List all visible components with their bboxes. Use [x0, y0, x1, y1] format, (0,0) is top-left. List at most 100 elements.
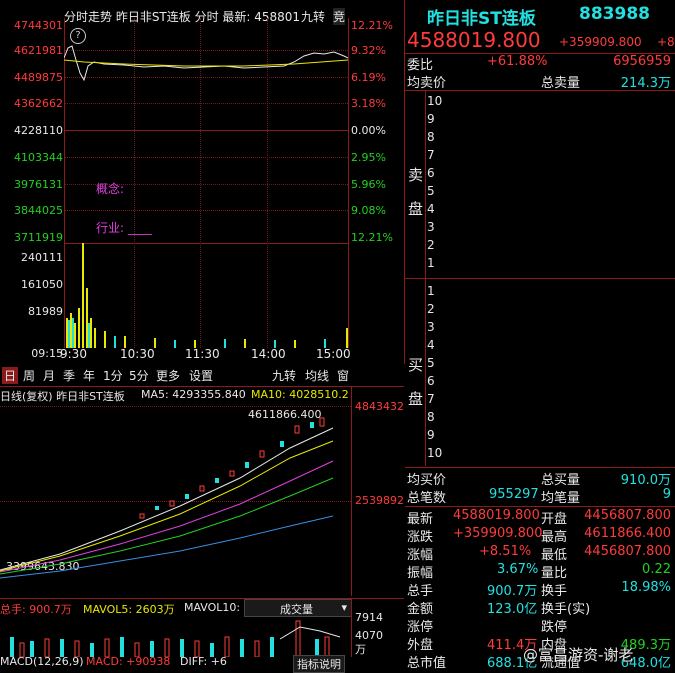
vol-right-top: 7914 [355, 611, 383, 624]
buy-level: 1 [427, 284, 435, 298]
tab-5min[interactable]: 5分 [129, 367, 149, 384]
stat-row: 涨停 跌停 [407, 620, 568, 635]
y-label: 4228110 [14, 124, 63, 137]
pct-label: 6.19% [351, 71, 386, 84]
macd-bar: MACD(12,26,9) MACD: +90938 DIFF: +6 指标说明 [0, 655, 404, 673]
buy-level: 10 [427, 446, 443, 460]
stat-row: 振幅 3.67% 量比 0.22 [407, 562, 671, 581]
y-label: 4621981 [14, 44, 63, 57]
price-pct: +8. [657, 35, 675, 49]
pct-label: 12.21% [351, 231, 393, 244]
y-label: 3844025 [14, 204, 63, 217]
tab-jiuzhuan-k[interactable]: 九转 [272, 367, 296, 384]
tab-window[interactable]: 窗 [337, 367, 349, 384]
buy-level: 9 [427, 428, 435, 442]
zongbishu-row: 总笔数 955297 均笔量 9 [407, 487, 671, 506]
tab-more[interactable]: 更多 [156, 367, 180, 384]
x-label: 14:00 [251, 347, 286, 361]
tab-month[interactable]: 月 [43, 367, 55, 384]
concept-label: 概念: [96, 182, 125, 196]
pct-label: 12.21% [351, 19, 393, 32]
macd-label: MACD(12,26,9) [0, 655, 84, 668]
vol-label: 161050 [21, 278, 63, 291]
pct-label: 2.95% [351, 151, 386, 164]
vol-label: 81989 [28, 305, 63, 318]
pct-label: 5.96% [351, 178, 386, 191]
watermark: @富昌游资-谢老 [523, 646, 634, 664]
x-label: 11:30 [185, 347, 220, 361]
stock-name: 昨日非ST连板 [427, 9, 536, 29]
x-label: 10:30 [120, 347, 155, 361]
stat-row: 总手 900.7万 换手 18.98% [407, 580, 671, 599]
stat-row: 涨幅 +8.51% 最低 4456807.800 [407, 544, 671, 563]
y-label: 3711919 [14, 231, 63, 244]
price-change: +359909.800 [559, 35, 642, 49]
mavol5: MAVOL5: 2603万 [83, 603, 175, 616]
vol-label: 240111 [21, 251, 63, 264]
intraday-chart[interactable]: 分时走势 昨日非ST连板 分时 最新: 458801 九转 竞 4744301 … [0, 0, 405, 364]
x-label: 15:00 [316, 347, 351, 361]
macd-value: MACD: +90938 [86, 655, 171, 668]
buy-level: 7 [427, 392, 435, 406]
vol-total: 总手: 900.7万 [0, 603, 72, 616]
sell-level: 3 [427, 220, 435, 234]
industry-label: 行业: ____ [96, 221, 152, 235]
buy-level: 6 [427, 374, 435, 388]
volume-panel[interactable]: 总手: 900.7万 MAVOL5: 2603万 MAVOL10: 成交量 ▾ … [0, 598, 404, 657]
sell-level: 9 [427, 112, 435, 126]
buy-level: 4 [427, 338, 435, 352]
y-label: 4103344 [14, 151, 63, 164]
y-label: 4489875 [14, 71, 63, 84]
diff-value: DIFF: +6 [180, 655, 227, 668]
stock-code: 883988 [579, 4, 650, 24]
buy-level: 3 [427, 320, 435, 334]
weibi-row: 委比 +61.88% 6956959 [407, 54, 671, 73]
buy-side-label: 买盘 [408, 356, 424, 408]
kline-chart[interactable]: 日线(复权) 昨日非ST连板 MA5: 4293355.840 MA10: 40… [0, 386, 404, 596]
sell-level: 5 [427, 184, 435, 198]
pct-label: 9.32% [351, 44, 386, 57]
tab-settings[interactable]: 设置 [189, 367, 213, 384]
sell-level: 4 [427, 202, 435, 216]
y-label: 4362662 [14, 97, 63, 110]
buy-level: 5 [427, 356, 435, 370]
chevron-down-icon: ▾ [341, 601, 347, 614]
sell-level: 7 [427, 148, 435, 162]
sell-level: 1 [427, 256, 435, 270]
y-label: 3976131 [14, 178, 63, 191]
pct-label: 0.00% [351, 124, 386, 137]
tab-year[interactable]: 年 [83, 367, 95, 384]
kline-right-top: 4843432 [355, 400, 404, 413]
sell-level: 6 [427, 166, 435, 180]
tab-quarter[interactable]: 季 [63, 367, 75, 384]
y-label: 4744301 [14, 19, 63, 32]
x-label: 9:30 [60, 347, 87, 361]
period-toolbar: 日 周 月 季 年 1分 5分 更多 设置 九转 均线 窗 [0, 364, 404, 387]
sell-side-label: 卖盘 [408, 166, 424, 218]
junmaijia-row: 均卖价 总卖量 214.3万 [407, 76, 671, 91]
buy-level: 8 [427, 410, 435, 424]
kline-candles [0, 417, 334, 579]
pct-label: 9.08% [351, 204, 386, 217]
tab-1min[interactable]: 1分 [103, 367, 123, 384]
indicator-select[interactable]: 成交量 ▾ [244, 599, 352, 617]
pct-label: 3.18% [351, 97, 386, 110]
sell-level: 2 [427, 238, 435, 252]
sell-level: 10 [427, 94, 443, 108]
time-label: 09:15 [31, 347, 63, 360]
junmaijia2-row: 均买价 总买量 910.0万 [407, 473, 671, 488]
kline-right-mid: 2539892 [355, 494, 404, 507]
quote-panel: 昨日非ST连板 883988 4588019.800 +359909.800 +… [405, 0, 675, 671]
stat-row: 涨跌 +359909.800 最高 4611866.400 [407, 526, 671, 545]
volume-bars [10, 620, 341, 657]
tab-day[interactable]: 日 [2, 367, 19, 384]
sell-level: 8 [427, 130, 435, 144]
buy-level: 2 [427, 302, 435, 316]
mavol10: MAVOL10: [184, 601, 241, 614]
stat-row: 金额 123.0亿 换手(实) [407, 602, 591, 617]
stat-row: 最新 4588019.800 开盘 4456807.800 [407, 508, 671, 527]
tab-week[interactable]: 周 [23, 367, 35, 384]
last-price: 4588019.800 [407, 28, 541, 52]
tab-ma[interactable]: 均线 [305, 367, 329, 384]
indicator-help-button[interactable]: 指标说明 [293, 655, 345, 673]
